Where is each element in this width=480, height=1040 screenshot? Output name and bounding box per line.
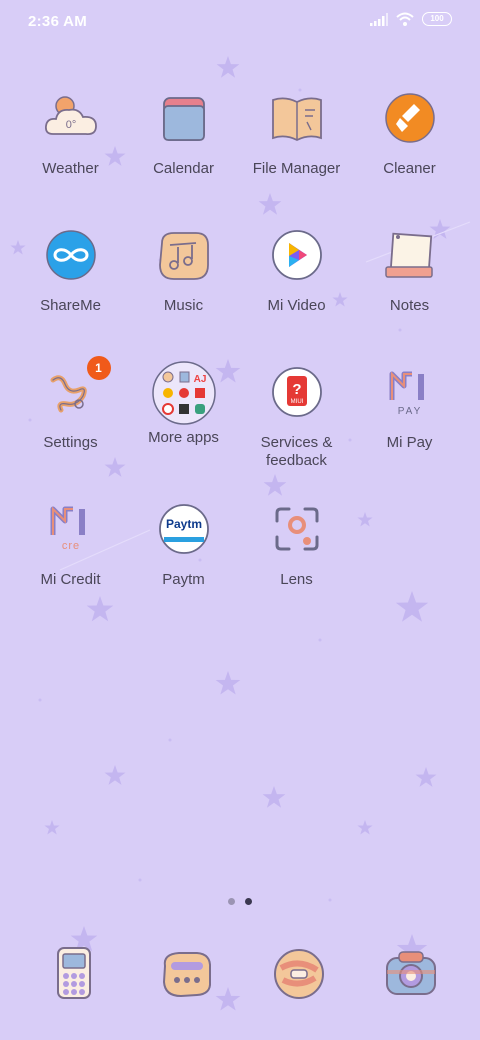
status-time: 2:36 AM [28,13,88,30]
app-label: Paytm [162,571,205,588]
app-label: Mi Video [267,297,326,314]
app-mi-pay[interactable]: PAY Mi Pay [353,366,466,452]
page-indicator [0,897,480,907]
app-cleaner[interactable]: Cleaner [353,92,466,178]
svg-text:PAY: PAY [397,406,422,417]
app-label: Mi Pay [386,434,433,451]
app-label: ShareMe [40,297,101,314]
app-mi-credit[interactable]: cre Mi Credit [14,503,127,589]
dock-camera[interactable] [383,946,439,1002]
paytm-icon: Paytm [158,504,209,554]
weather-icon: 0° [44,96,97,135]
app-folder-more-apps[interactable]: AJ More apps [127,361,240,447]
app-notes[interactable]: Notes [353,229,466,315]
dock-browser[interactable] [271,948,327,1004]
app-label: More apps [148,429,219,446]
app-weather[interactable]: 0° Weather [14,92,127,178]
svg-text:0°: 0° [65,119,76,131]
notification-badge: 1 [86,356,111,380]
app-settings[interactable]: 1 Settings [14,356,127,452]
status-icons: 100 [370,12,452,26]
phone-icon [57,947,91,999]
page-dot-2-active[interactable] [245,898,252,905]
app-file-manager[interactable]: File Manager [240,92,353,178]
svg-text:Paytm: Paytm [165,517,201,531]
app-label: Notes [389,297,430,314]
app-label: Mi Credit [40,571,101,588]
services-feedback-icon: ? MIUI [271,367,322,417]
music-icon [158,232,209,280]
svg-text:AJ: AJ [193,374,206,385]
app-lens[interactable]: Lens [240,503,353,589]
calendar-icon [162,97,205,141]
wifi-icon [396,12,414,26]
mi-video-icon [271,230,322,280]
app-calendar[interactable]: Calendar [127,92,240,178]
dock-phone[interactable] [46,946,102,1002]
notes-icon [384,232,433,278]
browser-icon [274,949,324,999]
mi-pay-icon: PAY [389,371,424,417]
app-label: Cleaner [383,160,436,177]
app-label: Settings [43,434,98,451]
app-paytm[interactable]: Paytm Paytm [127,503,240,589]
app-label: Calendar [153,160,214,177]
dock-messages[interactable] [159,948,215,1004]
page-dot-1[interactable] [228,898,235,905]
mi-credit-icon: cre [50,506,85,552]
battery-icon: 100 [422,12,452,26]
app-label: File Manager [252,160,341,177]
signal-icon [370,12,388,26]
app-mi-video[interactable]: Mi Video [240,229,353,315]
app-music[interactable]: Music [127,229,240,315]
app-shareme[interactable]: ShareMe [14,229,127,315]
messages-icon [162,952,212,998]
file-manager-icon [271,97,322,142]
svg-text:MIUI: MIUI [290,399,303,405]
app-label: Lens [280,571,313,588]
app-label: Weather [42,160,99,177]
camera-icon [386,951,436,995]
folder-icon: AJ [151,361,216,425]
status-bar: 2:36 AM 100 [0,0,480,44]
app-label: Services & feedback [260,434,333,469]
svg-text:?: ? [292,381,301,398]
shareme-icon [45,230,96,280]
lens-icon [275,507,318,551]
cleaner-icon [384,93,435,143]
app-services-feedback[interactable]: ? MIUI Services & feedback [240,366,353,470]
app-label: Music [163,297,204,314]
svg-text:cre: cre [61,540,79,552]
